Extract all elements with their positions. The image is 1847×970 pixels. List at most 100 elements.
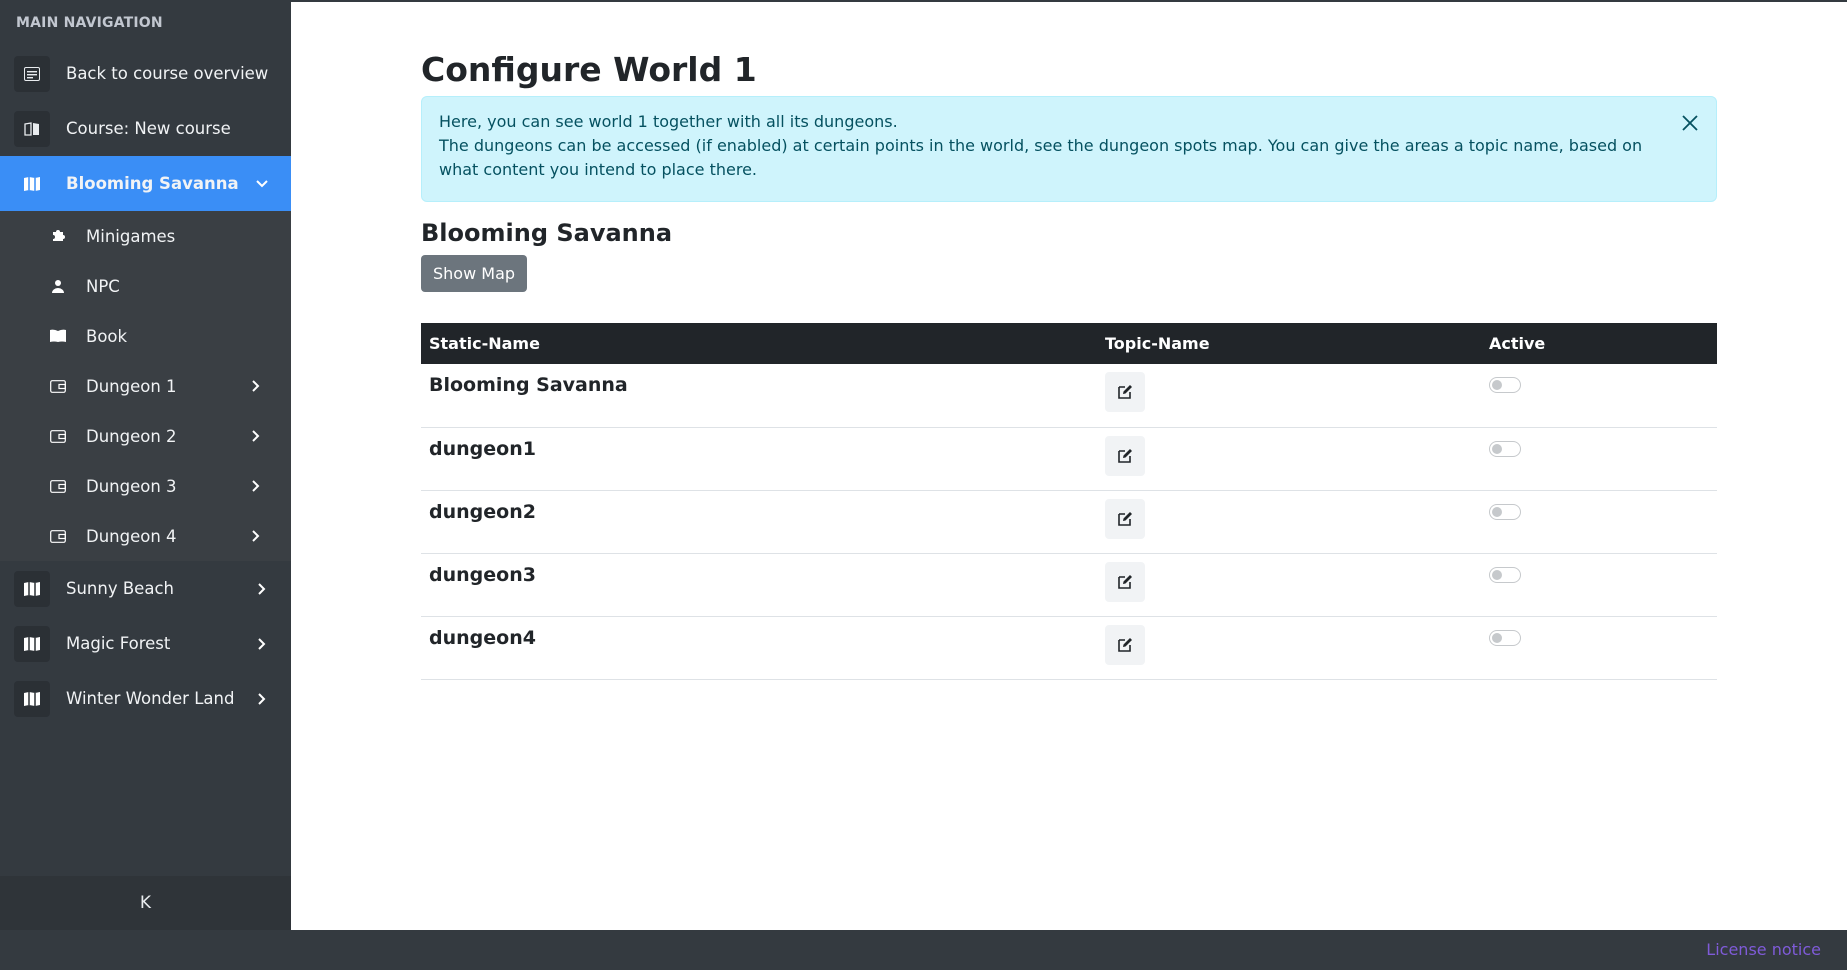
map-icon [14, 166, 50, 202]
sidebar-item-label: Dungeon 1 [86, 376, 177, 396]
map-icon [14, 570, 50, 607]
column-header-active: Active [1489, 334, 1546, 353]
sidebar-item-npc[interactable]: NPC [0, 261, 291, 311]
page-footer: License notice [0, 930, 1847, 970]
column-header-topic-name: Topic-Name [1105, 334, 1210, 353]
sidebar-item-winter-wonder-land[interactable]: Winter Wonder Land [0, 671, 291, 726]
sidebar-item-dungeon-4[interactable]: Dungeon 4 [0, 511, 291, 561]
sidebar-item-blooming-savanna[interactable]: Blooming Savanna [0, 156, 291, 211]
sidebar-item-label: Minigames [86, 226, 176, 246]
active-cell [1481, 553, 1717, 616]
static-name-cell: Blooming Savanna [429, 374, 628, 396]
sidebar: MAIN NAVIGATION Back to course overview … [0, 0, 291, 930]
chevron-right-icon [255, 582, 269, 596]
static-name-cell: dungeon3 [429, 563, 536, 586]
active-toggle[interactable] [1489, 377, 1521, 393]
column-header-static-name: Static-Name [429, 334, 540, 353]
chevron-right-icon [249, 479, 263, 493]
edit-topic-button[interactable] [1105, 624, 1145, 665]
sidebar-item-label: Dungeon 4 [86, 526, 177, 546]
chevron-right-icon [255, 692, 269, 706]
table-row: dungeon3 [421, 553, 1717, 616]
map-icon [14, 625, 50, 662]
sidebar-item-book[interactable]: Book [0, 311, 291, 361]
collapse-icon: K [139, 893, 152, 913]
wallet-icon [48, 426, 68, 446]
table-header-row: Static-Name Topic-Name Active [421, 323, 1717, 364]
chevron-right-icon [249, 379, 263, 393]
sidebar-item-label: Dungeon 3 [86, 476, 177, 496]
static-name-cell: dungeon4 [429, 626, 536, 649]
map-icon [14, 680, 50, 717]
active-toggle[interactable] [1489, 503, 1521, 520]
sidebar-item-label: Course: New course [66, 119, 231, 138]
edit-topic-button[interactable] [1105, 372, 1145, 412]
pencil-square-icon [1118, 574, 1132, 589]
sidebar-collapse-button[interactable]: K [0, 876, 291, 930]
puzzle-icon [48, 226, 68, 246]
static-name-cell: dungeon1 [429, 437, 536, 460]
table-row: dungeon1 [421, 427, 1717, 490]
book-icon [48, 326, 68, 346]
sidebar-item-label: Blooming Savanna [66, 174, 239, 193]
section-title: Blooming Savanna [421, 219, 673, 247]
sidebar-item-minigames[interactable]: Minigames [0, 211, 291, 261]
active-cell [1481, 490, 1717, 553]
sidebar-item-dungeon-3[interactable]: Dungeon 3 [0, 461, 291, 511]
alert-line-2: The dungeons can be accessed (if enabled… [439, 136, 1643, 179]
topic-name-cell [1097, 553, 1481, 616]
table-row: Blooming Savanna [421, 364, 1717, 427]
close-icon[interactable] [1680, 113, 1700, 133]
pencil-square-icon [1118, 637, 1132, 652]
person-icon [48, 276, 68, 296]
sidebar-item-label: Back to course overview [66, 64, 269, 83]
alert-line-1: Here, you can see world 1 together with … [439, 112, 898, 131]
license-notice-link[interactable]: License notice [1706, 940, 1821, 959]
sidebar-item-label: Magic Forest [66, 634, 171, 653]
wallet-icon [48, 376, 68, 396]
chevron-right-icon [249, 529, 263, 543]
sidebar-item-sunny-beach[interactable]: Sunny Beach [0, 561, 291, 616]
list-icon [14, 55, 50, 92]
main-content: Configure World 1 Here, you can see worl… [421, 50, 1717, 680]
topic-name-cell [1097, 427, 1481, 490]
wallet-icon [48, 476, 68, 496]
sidebar-item-magic-forest[interactable]: Magic Forest [0, 616, 291, 671]
sidebar-item-course[interactable]: Course: New course [0, 101, 291, 156]
sidebar-item-label: Book [86, 326, 128, 346]
pencil-square-icon [1118, 511, 1132, 526]
active-cell [1481, 364, 1717, 427]
page-title: Configure World 1 [421, 50, 757, 89]
static-name-cell: dungeon2 [429, 500, 536, 523]
table-row: dungeon2 [421, 490, 1717, 553]
sidebar-item-dungeon-1[interactable]: Dungeon 1 [0, 361, 291, 411]
topic-name-cell [1097, 364, 1481, 427]
wallet-icon [48, 526, 68, 546]
sidebar-submenu: Minigames NPC Book Dungeon 1 Dungeon 2 D… [0, 211, 291, 561]
sidebar-header: MAIN NAVIGATION [16, 15, 163, 31]
topic-name-cell [1097, 490, 1481, 553]
sidebar-item-back-to-overview[interactable]: Back to course overview [0, 46, 291, 101]
info-alert: Here, you can see world 1 together with … [421, 96, 1717, 202]
top-border [291, 0, 1847, 2]
pencil-square-icon [1118, 448, 1132, 463]
active-cell [1481, 427, 1717, 490]
dungeon-table: Static-Name Topic-Name Active Blooming S… [421, 323, 1717, 680]
active-toggle[interactable] [1489, 566, 1521, 583]
edit-topic-button[interactable] [1105, 561, 1145, 602]
show-map-button[interactable]: Show Map [421, 255, 528, 292]
book-open-icon [14, 110, 50, 147]
sidebar-item-label: NPC [86, 276, 120, 296]
chevron-right-icon [255, 637, 269, 651]
sidebar-item-dungeon-2[interactable]: Dungeon 2 [0, 411, 291, 461]
sidebar-item-label: Winter Wonder Land [66, 689, 235, 708]
table-row: dungeon4 [421, 616, 1717, 679]
active-cell [1481, 616, 1717, 679]
sidebar-item-label: Dungeon 2 [86, 426, 177, 446]
active-toggle[interactable] [1489, 629, 1521, 646]
topic-name-cell [1097, 616, 1481, 679]
chevron-down-icon [255, 177, 269, 191]
active-toggle[interactable] [1489, 440, 1521, 457]
edit-topic-button[interactable] [1105, 498, 1145, 539]
edit-topic-button[interactable] [1105, 435, 1145, 476]
